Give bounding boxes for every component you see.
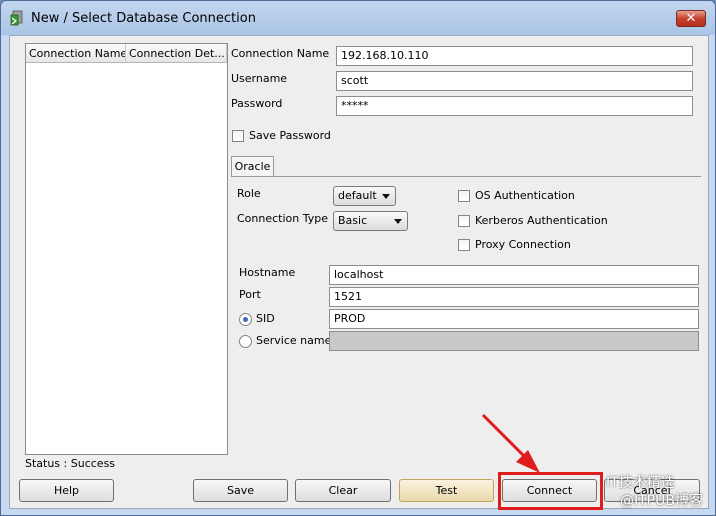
password-field[interactable]: *****: [336, 96, 693, 116]
window-title: New / Select Database Connection: [31, 11, 256, 26]
column-header-connection-name[interactable]: Connection Name: [26, 44, 126, 63]
connection-name-label: Connection Name: [231, 47, 330, 60]
role-label: Role: [237, 187, 261, 200]
chevron-down-icon: [382, 194, 390, 199]
connection-list[interactable]: Connection Name Connection Det...: [25, 43, 228, 455]
save-button[interactable]: Save: [193, 479, 288, 502]
close-icon: ✕: [685, 11, 697, 26]
service-name-field: [329, 331, 699, 351]
port-field[interactable]: 1521: [329, 287, 699, 307]
watermark-line2: @ITPUB博客: [620, 493, 703, 509]
clear-button[interactable]: Clear: [295, 479, 391, 502]
close-button[interactable]: ✕: [676, 10, 706, 27]
title-bar: New / Select Database Connection ✕: [1, 1, 715, 35]
connection-type-label: Connection Type: [237, 212, 329, 225]
column-header-connection-details[interactable]: Connection Det...: [126, 44, 227, 63]
service-name-radio[interactable]: [239, 335, 252, 348]
annotation-arrow: [481, 413, 540, 473]
username-label: Username: [231, 72, 288, 85]
help-button[interactable]: Help: [19, 479, 114, 502]
role-value: default: [338, 189, 377, 202]
kerberos-authentication-checkbox[interactable]: [458, 215, 470, 227]
connection-type-dropdown[interactable]: Basic: [333, 211, 408, 231]
port-label: Port: [239, 288, 261, 301]
chevron-down-icon: [394, 219, 402, 224]
sql-developer-icon: [10, 10, 23, 26]
proxy-connection-checkbox[interactable]: [458, 239, 470, 251]
save-password-checkbox[interactable]: [232, 130, 244, 142]
role-dropdown[interactable]: default: [333, 186, 396, 206]
sid-field[interactable]: PROD: [329, 309, 699, 329]
connection-name-field[interactable]: 192.168.10.110: [336, 46, 693, 66]
proxy-connection-label: Proxy Connection: [475, 238, 571, 251]
status-text: Status : Success: [25, 457, 116, 470]
kerberos-authentication-label: Kerberos Authentication: [475, 214, 608, 227]
connection-type-value: Basic: [338, 214, 368, 227]
tab-divider: [231, 176, 701, 177]
sid-label: SID: [256, 312, 275, 325]
username-field[interactable]: scott: [336, 71, 693, 91]
os-authentication-checkbox[interactable]: [458, 190, 470, 202]
watermark-line1: IT技术精选: [606, 475, 675, 491]
save-password-label: Save Password: [249, 129, 331, 142]
password-label: Password: [231, 97, 283, 110]
hostname-field[interactable]: localhost: [329, 265, 699, 285]
os-authentication-label: OS Authentication: [475, 189, 575, 202]
test-button[interactable]: Test: [399, 479, 494, 502]
sid-radio[interactable]: [239, 313, 252, 326]
dialog-body: Connection Name Connection Det... Connec…: [9, 35, 709, 510]
service-name-label: Service name: [256, 334, 332, 347]
hostname-label: Hostname: [239, 266, 296, 279]
tab-oracle[interactable]: Oracle: [231, 156, 274, 177]
dialog-window: New / Select Database Connection ✕ Conne…: [0, 0, 716, 516]
